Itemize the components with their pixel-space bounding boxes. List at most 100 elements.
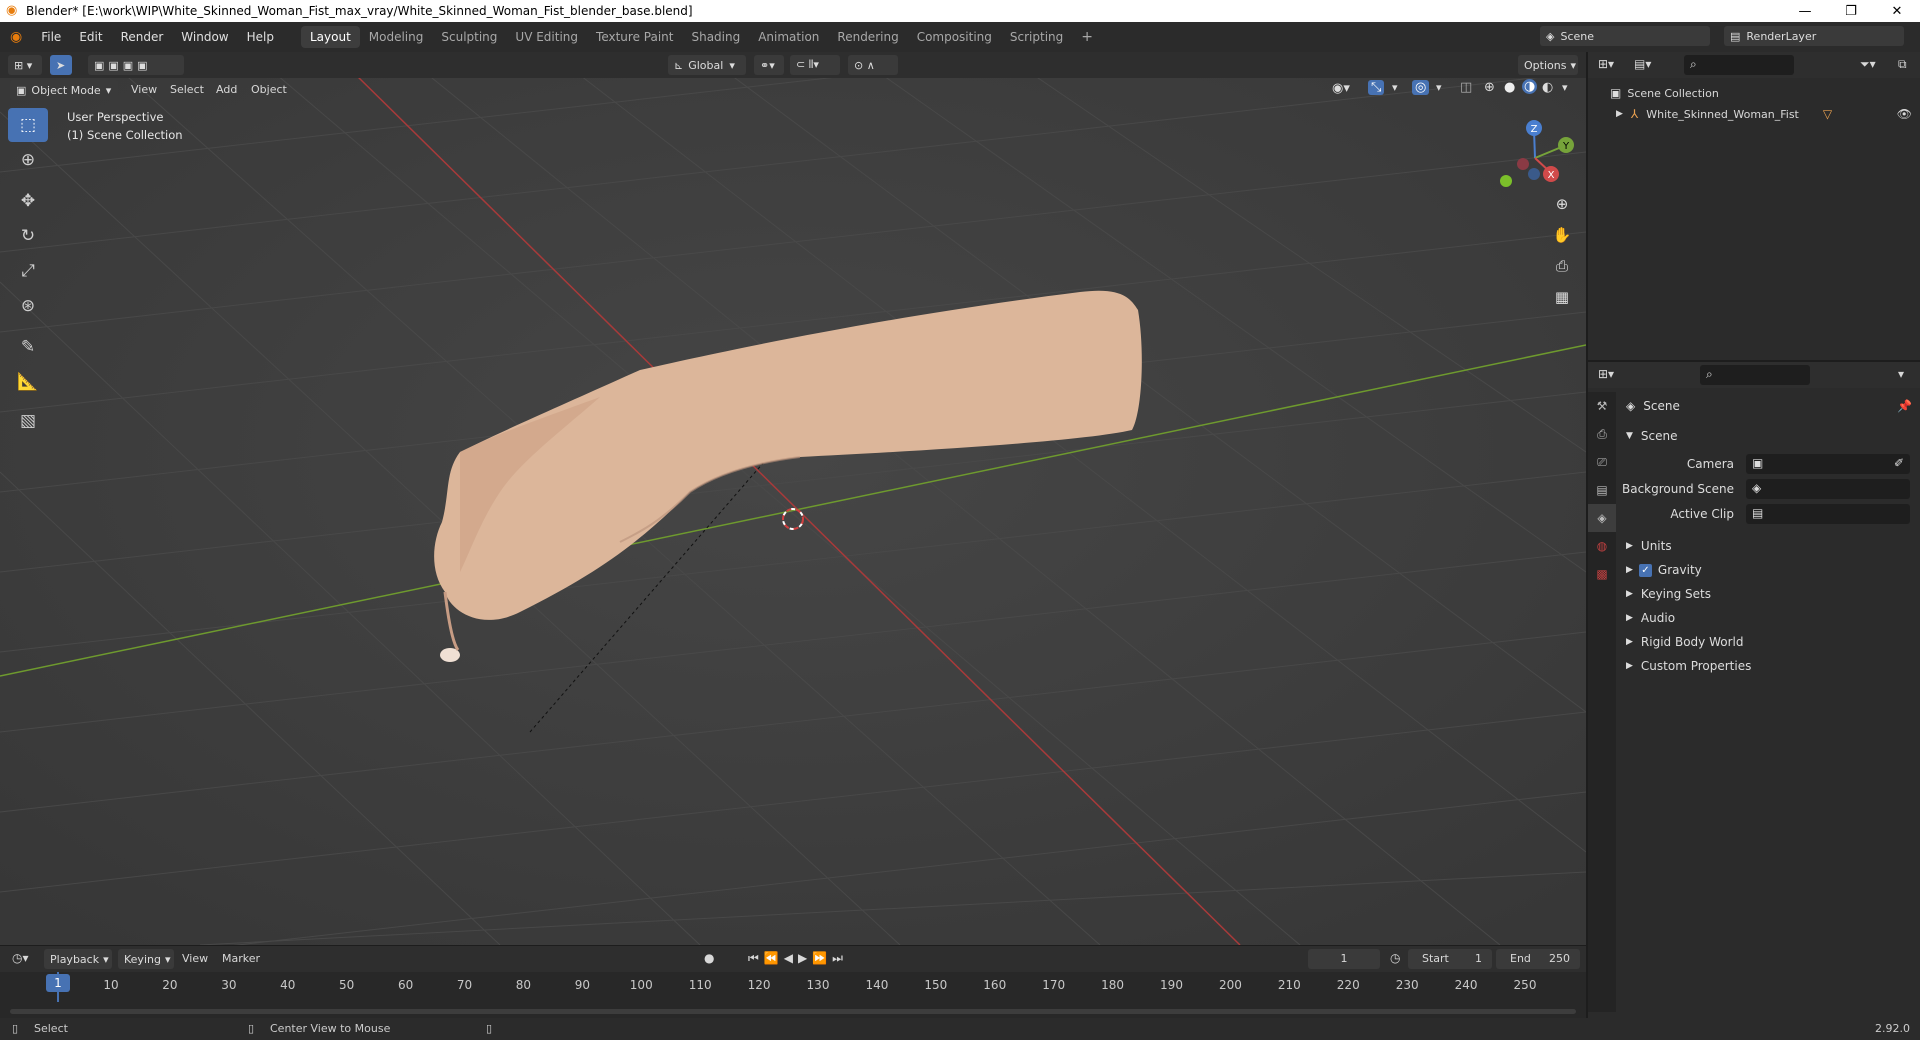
render-tab-icon[interactable]: ⎙ [1588,420,1616,448]
gravity-checkbox[interactable]: ✓ [1638,563,1652,577]
scene-selector[interactable]: ◈ Scene [1540,26,1710,46]
mode-dropdown[interactable]: ▣ Object Mode ▾ [10,80,118,100]
chevron-down-icon[interactable]: ▾ [1436,81,1442,94]
menu-help[interactable]: Help [238,30,283,44]
audio-panel-header[interactable]: ▶ Audio [1620,606,1920,630]
overlays-toggle-icon[interactable]: ◎ [1412,80,1430,95]
playhead-frame-indicator[interactable]: 1 [46,974,70,992]
solid-shading-icon[interactable]: ● [1504,80,1515,95]
menu-window[interactable]: Window [172,30,237,44]
timeline-editor-icon[interactable]: ◷▾ [12,951,29,965]
cursor-tool[interactable]: ⊕ [8,143,48,177]
zoom-button[interactable]: ⊕ [1548,190,1576,218]
tab-uv-editing[interactable]: UV Editing [506,26,587,48]
units-panel-header[interactable]: ▶ Units [1620,534,1920,558]
playback-controls[interactable]: ⏮⏪◀▶⏩⏭ [748,951,848,966]
start-frame-field[interactable]: Start 1 [1408,949,1492,969]
wireframe-shading-icon[interactable]: ⊕ [1484,80,1495,95]
scene-panel-header[interactable]: ▼ Scene [1620,424,1920,448]
timeline-marker-menu[interactable]: Marker [222,952,260,965]
outliner-editor-icon[interactable]: ⊞▾ [1598,57,1614,71]
outliner-root-row[interactable]: ▣ Scene Collection [1610,86,1719,100]
properties-search-input[interactable]: ⌕ [1700,365,1810,385]
view-layer-selector[interactable]: ▤ RenderLayer [1724,26,1904,46]
background-scene-field[interactable]: ◈ [1746,479,1910,499]
menu-file[interactable]: File [32,30,70,44]
display-mode-icon[interactable]: ▤▾ [1634,57,1651,71]
snap-toggle[interactable]: ⊂ ⫴▾ [790,55,840,75]
pivot-point-dropdown[interactable]: ⚭▾ [754,55,784,75]
maximize-button[interactable]: ❐ [1828,0,1874,22]
move-tool[interactable]: ✥ [8,184,48,218]
scale-tool[interactable]: ⤢ [8,254,48,288]
expand-arrow-icon[interactable]: ▶ [1616,109,1623,119]
active-clip-field[interactable]: ▤ [1746,504,1910,524]
perspective-toggle-button[interactable]: ▦ [1548,283,1576,311]
current-frame-field[interactable]: 1 [1308,949,1380,969]
rigid-body-world-panel-header[interactable]: ▶ Rigid Body World [1620,630,1920,654]
keying-sets-panel-header[interactable]: ▶ Keying Sets [1620,582,1920,606]
end-frame-field[interactable]: End 250 [1496,949,1580,969]
timeline-view-menu[interactable]: View [182,952,208,965]
new-collection-icon[interactable]: ⧉ [1898,57,1907,72]
material-preview-icon[interactable]: ◑ [1522,79,1538,94]
tab-modeling[interactable]: Modeling [360,26,433,48]
menu-select[interactable]: Select [170,83,204,96]
tab-compositing[interactable]: Compositing [908,26,1001,48]
menu-edit[interactable]: Edit [70,30,111,44]
rotate-tool[interactable]: ↻ [8,219,48,253]
chevron-down-icon[interactable]: ▾ [1562,81,1568,94]
outliner-object-row[interactable]: ▶ ⅄ White_Skinned_Woman_Fist ▽ 👁 [1616,104,1916,124]
add-cube-tool[interactable]: ▧ [8,404,48,438]
filter-icon[interactable]: ⏷▾ [1860,57,1876,72]
scene-tab-icon[interactable]: ◈ [1588,504,1616,532]
clock-icon[interactable]: ◷ [1390,951,1400,965]
select-box-tool[interactable]: ⬚ [8,108,48,142]
minimize-button[interactable]: — [1782,0,1828,22]
transform-tool[interactable]: ⊛ [8,289,48,323]
proportional-editing-toggle[interactable]: ⊙ ∧ [848,55,898,75]
tab-layout[interactable]: Layout [300,26,360,48]
gravity-panel-header[interactable]: ▶ ✓ Gravity [1620,558,1920,582]
tab-sculpting[interactable]: Sculpting [432,26,506,48]
menu-render[interactable]: Render [112,30,173,44]
chevron-down-icon[interactable]: ▾ [1392,81,1398,94]
menu-object[interactable]: Object [251,83,287,96]
blender-menu-icon[interactable]: ◉ [0,29,32,45]
menu-add[interactable]: Add [216,83,237,96]
record-icon[interactable]: ● [704,951,714,965]
navigation-gizmo[interactable]: Z Y X [1490,108,1580,198]
tab-texture-paint[interactable]: Texture Paint [587,26,682,48]
menu-view[interactable]: View [131,83,157,96]
3d-viewport[interactable]: User Perspective (1) Scene Collection Z … [0,52,1586,945]
timeline-scrollbar[interactable] [10,1009,1576,1014]
custom-properties-panel-header[interactable]: ▶ Custom Properties [1620,654,1920,678]
tab-scripting[interactable]: Scripting [1001,26,1072,48]
options-dropdown[interactable]: Options ▾ [1518,55,1578,75]
xray-toggle-icon[interactable]: ◫ [1460,80,1472,95]
keying-menu[interactable]: Keying ▾ [118,949,174,969]
camera-field[interactable]: ▣ ✐ [1746,454,1910,474]
properties-editor-icon[interactable]: ⊞▾ [1598,367,1614,381]
chevron-down-icon[interactable]: ▾ [1898,367,1904,381]
world-tab-icon[interactable]: ◍ [1588,532,1616,560]
pin-icon[interactable]: 📌 [1897,399,1912,413]
pan-button[interactable]: ✋ [1548,221,1576,249]
camera-view-button[interactable]: ⎙ [1548,252,1576,280]
transform-orientation-dropdown[interactable]: ⊾ Global ▾ [668,55,746,75]
tab-rendering[interactable]: Rendering [828,26,907,48]
eye-visibility-icon[interactable]: 👁 [1897,107,1912,121]
rendered-shading-icon[interactable]: ◐ [1542,80,1553,95]
editor-type-selector[interactable]: ⊞ ▾ [8,55,42,75]
gizmo-toggle-icon[interactable]: ⤡ [1368,80,1385,95]
playback-menu[interactable]: Playback ▾ [44,949,112,969]
visibility-icon[interactable]: ◉▾ [1332,81,1350,96]
outliner-search-input[interactable]: ⌕ [1684,55,1794,75]
tab-animation[interactable]: Animation [749,26,828,48]
view-layer-tab-icon[interactable]: ▤ [1588,476,1616,504]
close-button[interactable]: ✕ [1874,0,1920,22]
add-workspace-button[interactable]: + [1072,25,1102,49]
measure-tool[interactable]: 📐 [8,365,48,399]
selection-mode-buttons[interactable]: ▣▣▣▣ [88,55,184,75]
select-mode-box[interactable]: ➤ [50,55,72,75]
